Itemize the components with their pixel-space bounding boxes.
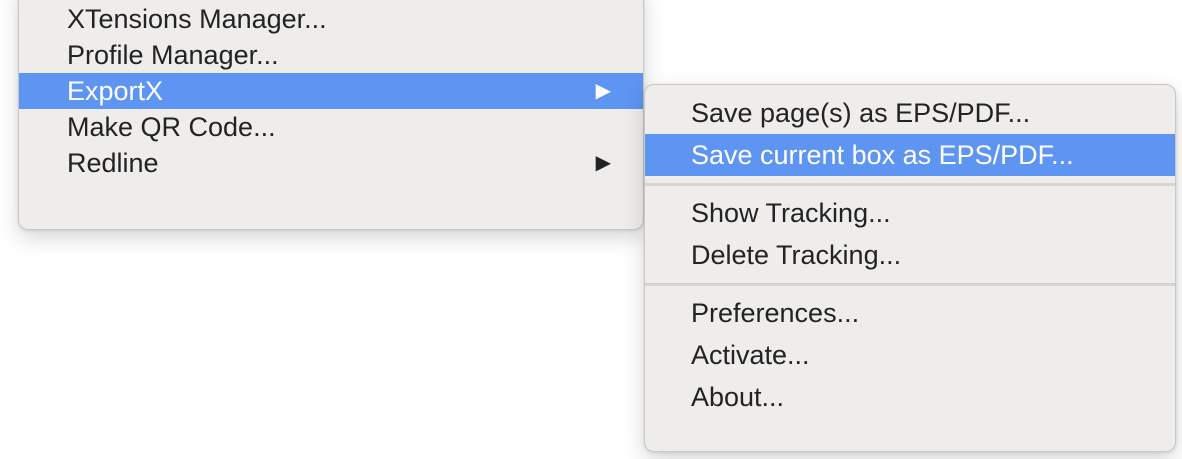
menu-item-xtensions-manager[interactable]: XTensions Manager...: [19, 1, 643, 37]
menu-item-save-current-box-as-eps-pdf[interactable]: Save current box as EPS/PDF...: [645, 134, 1175, 176]
menu-item-label: Profile Manager...: [67, 40, 279, 70]
menu-item-label: Save current box as EPS/PDF...: [691, 140, 1074, 170]
menu-item-label: ExportX: [67, 76, 164, 106]
menu-item-label: XTensions Manager...: [67, 4, 327, 34]
menu-separator: [645, 176, 1175, 192]
menu-item-about[interactable]: About...: [645, 376, 1175, 418]
menu-item-save-pages-as-eps-pdf[interactable]: Save page(s) as EPS/PDF...: [645, 92, 1175, 134]
menu-separator: [645, 276, 1175, 292]
menu-item-label: About...: [691, 382, 785, 412]
menu-item-label: Show Tracking...: [691, 198, 891, 228]
menu-item-label: Delete Tracking...: [691, 240, 902, 270]
menu-item-label: Activate...: [691, 340, 810, 370]
menu-item-preferences[interactable]: Preferences...: [645, 292, 1175, 334]
menu-item-label: Save page(s) as EPS/PDF...: [691, 98, 1031, 128]
menu-item-activate[interactable]: Activate...: [645, 334, 1175, 376]
menu-item-redline[interactable]: Redline ▶: [19, 145, 643, 181]
submenu-arrow-icon: ▶: [595, 80, 611, 102]
exportx-submenu: Save page(s) as EPS/PDF... Save current …: [644, 84, 1176, 452]
menu-item-label: Preferences...: [691, 298, 860, 328]
menu-item-profile-manager[interactable]: Profile Manager...: [19, 37, 643, 73]
menu-item-label: Redline: [67, 148, 159, 178]
menu-item-delete-tracking[interactable]: Delete Tracking...: [645, 234, 1175, 276]
menu-item-make-qr-code[interactable]: Make QR Code...: [19, 109, 643, 145]
menu-item-exportx[interactable]: ExportX ▶: [19, 73, 643, 109]
menu-item-label: Make QR Code...: [67, 112, 276, 142]
submenu-arrow-icon: ▶: [595, 152, 611, 174]
main-menu: XTensions Manager... Profile Manager... …: [18, 0, 644, 230]
menu-item-show-tracking[interactable]: Show Tracking...: [645, 192, 1175, 234]
